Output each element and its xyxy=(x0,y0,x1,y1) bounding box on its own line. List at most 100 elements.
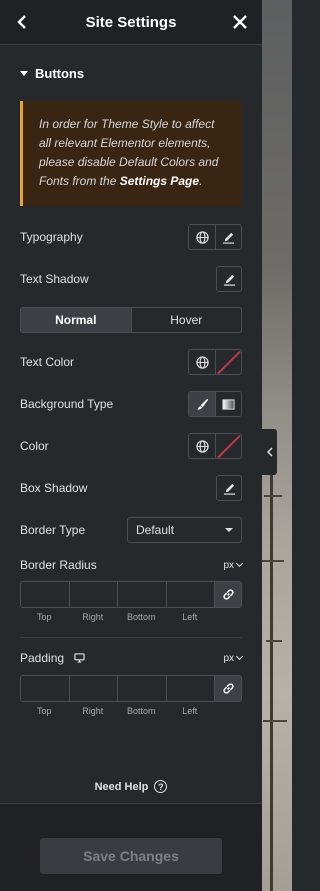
close-button[interactable] xyxy=(232,14,248,30)
link-icon xyxy=(222,683,234,694)
typography-label: Typography xyxy=(20,230,83,244)
pencil-icon xyxy=(223,274,235,286)
dim-label-left: Left xyxy=(182,612,198,622)
dim-label-left: Left xyxy=(182,706,198,716)
caret-down-icon xyxy=(20,70,28,76)
padding-bottom-input[interactable] xyxy=(118,676,167,701)
text-shadow-label: Text Shadow xyxy=(20,272,89,286)
divider xyxy=(20,637,242,638)
global-color-button[interactable] xyxy=(189,350,215,374)
box-shadow-control: Box Shadow xyxy=(20,475,242,501)
panel-footer: Save Changes xyxy=(0,803,262,891)
link-values-button[interactable] xyxy=(215,582,241,607)
padding-inputs xyxy=(20,675,242,702)
unit-label: px xyxy=(223,559,234,571)
border-radius-left-input[interactable] xyxy=(166,582,215,607)
padding-top-input[interactable] xyxy=(21,676,70,701)
border-radius-label: Border Radius xyxy=(20,558,97,572)
border-radius-right-input[interactable] xyxy=(69,582,118,607)
need-help-label: Need Help xyxy=(94,780,149,793)
caret-down-icon xyxy=(225,528,233,532)
padding-header: Padding px xyxy=(20,650,244,666)
tree-branch xyxy=(262,560,284,562)
text-shadow-control: Text Shadow xyxy=(20,266,242,292)
tree-trunk xyxy=(270,470,273,891)
tab-normal[interactable]: Normal xyxy=(21,308,131,332)
state-tabs: Normal Hover xyxy=(20,307,242,333)
site-settings-panel: Site Settings Buttons In order for Theme… xyxy=(0,0,262,891)
link-values-button[interactable] xyxy=(215,676,241,701)
border-type-control: Border Type Default xyxy=(20,517,242,543)
panel-header: Site Settings xyxy=(0,0,262,45)
background-classic-button[interactable] xyxy=(189,392,215,416)
border-radius-header: Border Radius px xyxy=(20,557,244,573)
back-button[interactable] xyxy=(14,14,30,30)
tab-hover[interactable]: Hover xyxy=(130,308,242,332)
text-color-control: Text Color xyxy=(20,349,242,375)
padding-label-group: Padding xyxy=(20,651,85,665)
pencil-icon xyxy=(222,232,235,244)
typography-actions xyxy=(188,224,242,250)
globe-icon xyxy=(195,355,209,369)
padding-unit-select[interactable]: px xyxy=(223,652,244,664)
save-changes-button[interactable]: Save Changes xyxy=(40,838,222,874)
tree-branch xyxy=(264,495,282,497)
desktop-icon[interactable] xyxy=(74,653,85,663)
notice-text-end: . xyxy=(199,174,203,188)
text-color-actions xyxy=(188,349,242,375)
border-radius-dim-labels: Top Right Bottom Left xyxy=(20,612,214,622)
padding-label: Padding xyxy=(20,651,65,665)
global-typography-button[interactable] xyxy=(189,225,215,249)
settings-page-link[interactable]: Settings Page xyxy=(120,174,199,188)
section-title: Buttons xyxy=(35,65,85,81)
padding-dim-labels: Top Right Bottom Left xyxy=(20,706,214,716)
chevron-left-icon xyxy=(17,15,26,29)
padding-right-input[interactable] xyxy=(69,676,118,701)
dim-label-right: Right xyxy=(82,706,104,716)
chevron-left-icon xyxy=(266,447,273,457)
need-help-link[interactable]: Need Help ? xyxy=(0,780,262,793)
gradient-icon xyxy=(222,398,235,410)
border-radius-unit-select[interactable]: px xyxy=(223,559,244,571)
chevron-down-icon xyxy=(235,559,244,568)
edit-typography-button[interactable] xyxy=(215,225,241,249)
color-control: Color xyxy=(20,433,242,459)
background-type-label: Background Type xyxy=(20,397,114,411)
background-type-control: Background Type xyxy=(20,391,242,417)
border-type-value: Default xyxy=(136,523,175,537)
background-color-swatch[interactable] xyxy=(215,434,241,458)
collapse-panel-button[interactable] xyxy=(262,429,277,475)
globe-icon xyxy=(195,230,209,244)
edit-box-shadow-button[interactable] xyxy=(216,475,242,501)
tree-branch xyxy=(263,720,287,722)
border-radius-bottom-input[interactable] xyxy=(118,582,167,607)
typography-control: Typography xyxy=(20,224,242,250)
pencil-icon xyxy=(223,483,235,495)
text-color-label: Text Color xyxy=(20,355,75,369)
box-shadow-label: Box Shadow xyxy=(20,481,88,495)
section-toggle-buttons[interactable]: Buttons xyxy=(0,45,262,101)
border-radius-inputs xyxy=(20,581,242,608)
paint-brush-icon xyxy=(196,398,208,410)
dim-label-bottom: Bottom xyxy=(126,612,156,622)
border-type-select[interactable]: Default xyxy=(127,517,242,543)
color-label: Color xyxy=(20,439,49,453)
theme-style-notice: In order for Theme Style to affect all r… xyxy=(20,101,242,206)
link-icon xyxy=(222,589,234,600)
globe-icon xyxy=(195,439,209,453)
dim-label-right: Right xyxy=(82,612,104,622)
global-color-button[interactable] xyxy=(189,434,215,458)
unit-label: px xyxy=(223,652,234,664)
chevron-down-icon xyxy=(235,652,244,661)
border-radius-top-input[interactable] xyxy=(21,582,70,607)
dim-label-top: Top xyxy=(36,612,52,622)
padding-left-input[interactable] xyxy=(166,676,215,701)
color-actions xyxy=(188,433,242,459)
edit-text-shadow-button[interactable] xyxy=(216,266,242,292)
text-color-swatch[interactable] xyxy=(215,350,241,374)
dim-label-bottom: Bottom xyxy=(126,706,156,716)
question-icon: ? xyxy=(154,780,168,793)
background-type-options xyxy=(188,391,242,417)
tree-branch xyxy=(266,640,282,642)
background-gradient-button[interactable] xyxy=(215,392,241,416)
